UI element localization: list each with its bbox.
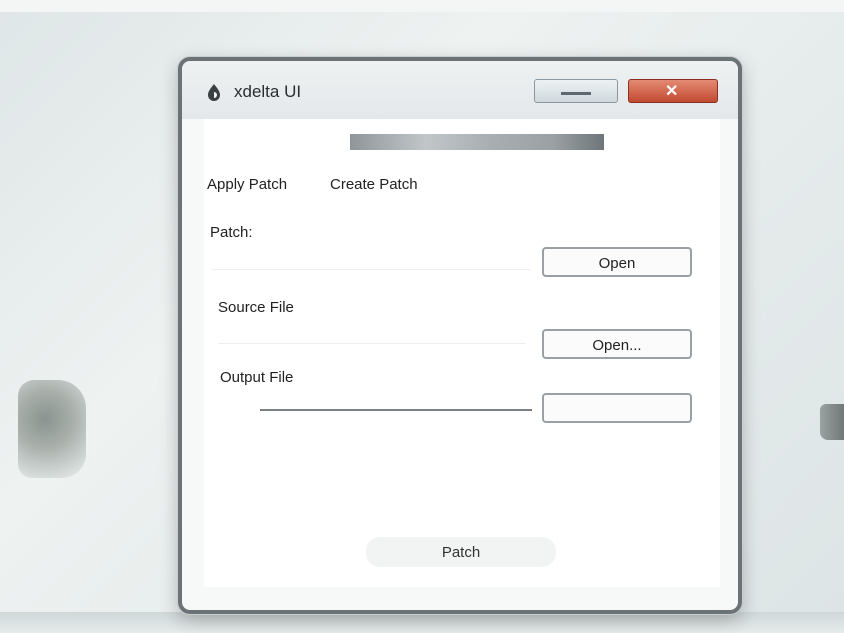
minimize-button[interactable] bbox=[534, 79, 618, 103]
patch-button[interactable]: Patch bbox=[366, 537, 556, 567]
open-patch-button[interactable]: Open bbox=[542, 247, 692, 277]
minimize-icon bbox=[561, 92, 591, 95]
patch-input[interactable] bbox=[212, 247, 530, 270]
open-output-button[interactable] bbox=[542, 393, 692, 423]
window-title: xdelta UI bbox=[234, 82, 302, 101]
tab-create-patch[interactable]: Create Patch bbox=[330, 176, 418, 193]
close-button[interactable]: ✕ bbox=[628, 79, 718, 103]
window-client-area: Apply Patch Create Patch Patch: Open Sou… bbox=[204, 119, 720, 587]
desktop-icon-left[interactable] bbox=[18, 380, 86, 478]
output-file-label: Output File bbox=[220, 369, 294, 386]
open-source-button[interactable]: Open... bbox=[542, 329, 692, 359]
source-file-label: Source File bbox=[218, 299, 294, 316]
source-file-input[interactable] bbox=[218, 321, 526, 344]
patch-label: Patch: bbox=[210, 224, 253, 241]
output-file-input[interactable] bbox=[260, 387, 532, 411]
desktop-icon-right[interactable] bbox=[820, 404, 844, 440]
header-banner bbox=[350, 134, 604, 150]
close-icon: ✕ bbox=[665, 83, 679, 100]
tab-apply-patch[interactable]: Apply Patch bbox=[207, 176, 287, 193]
title-bar[interactable]: xdelta UI ✕ bbox=[182, 61, 738, 119]
xdelta-window: xdelta UI ✕ Apply Patch Create Patch Pat… bbox=[178, 57, 742, 614]
desktop-taskbar bbox=[0, 612, 844, 633]
desktop-top-strip bbox=[0, 0, 844, 12]
app-icon bbox=[208, 84, 220, 101]
